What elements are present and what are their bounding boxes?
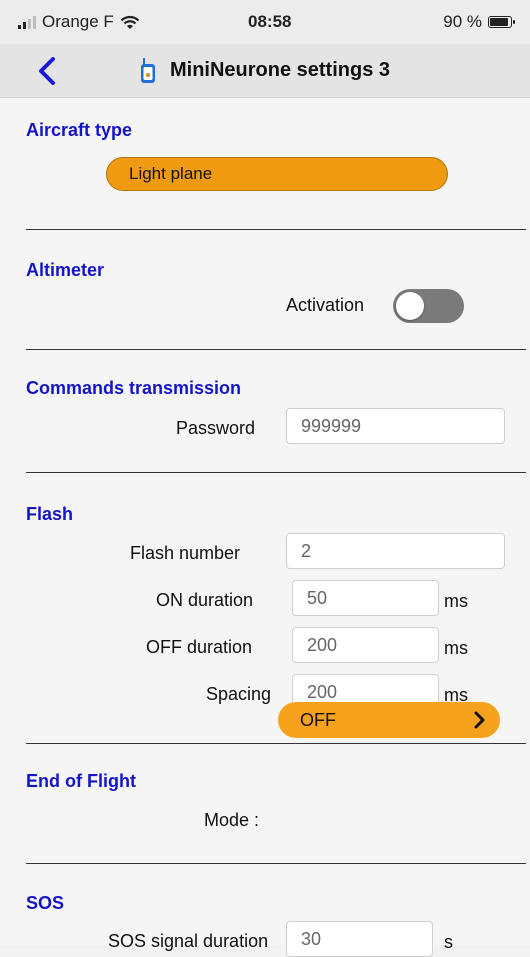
on-duration-field[interactable]: 50 (292, 580, 439, 616)
toggle-knob (396, 292, 424, 320)
off-duration-field[interactable]: 200 (292, 627, 439, 663)
nav-title-group: MiniNeurone settings 3 (140, 57, 391, 84)
carrier-name: Orange F (42, 12, 114, 31)
chevron-left-icon (39, 57, 55, 85)
back-button[interactable] (32, 52, 62, 90)
altimeter-title: Altimeter (26, 260, 105, 280)
on-duration-value: 50 (307, 587, 328, 608)
password-label: Password (176, 418, 256, 438)
aircraft-type-value: Light plane (129, 164, 213, 183)
mode-select[interactable]: OFF (278, 702, 500, 738)
off-duration-value: 200 (307, 634, 338, 655)
spacing-value: 200 (307, 681, 338, 702)
off-duration-unit: ms (444, 638, 468, 658)
battery-icon (488, 16, 515, 28)
aircraft-type-title: Aircraft type (26, 120, 133, 140)
signal-icon (18, 15, 36, 29)
mode-value: OFF (300, 709, 336, 730)
flash-number-label: Flash number (130, 543, 241, 563)
sos-signal-label: SOS signal duration (108, 931, 269, 951)
status-left: Orange F (18, 12, 140, 32)
flash-number-value: 2 (301, 540, 312, 561)
device-icon (140, 57, 155, 83)
password-field[interactable]: 999999 (286, 408, 505, 444)
status-bar: Orange F 08:58 90 % (0, 0, 530, 44)
activation-label: Activation (286, 295, 365, 315)
aircraft-type-select[interactable]: Light plane (106, 157, 448, 191)
on-duration-unit: ms (444, 591, 468, 611)
sos-title: SOS (26, 893, 65, 913)
sos-signal-field[interactable]: 30 (286, 921, 433, 957)
flash-title: Flash (26, 504, 74, 524)
sos-signal-value: 30 (301, 928, 322, 949)
sos-signal-unit: s (444, 932, 453, 952)
flash-number-field[interactable]: 2 (286, 533, 505, 569)
navigation-bar: MiniNeurone settings 3 (0, 44, 530, 98)
settings-content: Aircraft type Light plane Altimeter Acti… (0, 98, 530, 957)
on-duration-label: ON duration (156, 590, 254, 610)
activation-toggle[interactable] (393, 289, 464, 323)
commands-title: Commands transmission (26, 378, 242, 398)
battery-percent: 90 % (443, 12, 482, 31)
section-divider (26, 229, 526, 230)
wifi-icon (120, 15, 140, 29)
chevron-right-icon (474, 711, 485, 729)
section-divider (26, 472, 526, 473)
status-right: 90 % (443, 12, 515, 32)
off-duration-label: OFF duration (146, 637, 253, 657)
mode-label: Mode : (204, 810, 260, 830)
password-value: 999999 (301, 415, 362, 436)
section-divider (26, 863, 526, 864)
status-time: 08:58 (248, 12, 292, 31)
spacing-label: Spacing (206, 684, 272, 704)
end-of-flight-title: End of Flight (26, 771, 136, 791)
page-title: MiniNeurone settings 3 (169, 59, 391, 81)
section-divider (26, 743, 526, 744)
section-divider (26, 349, 526, 350)
